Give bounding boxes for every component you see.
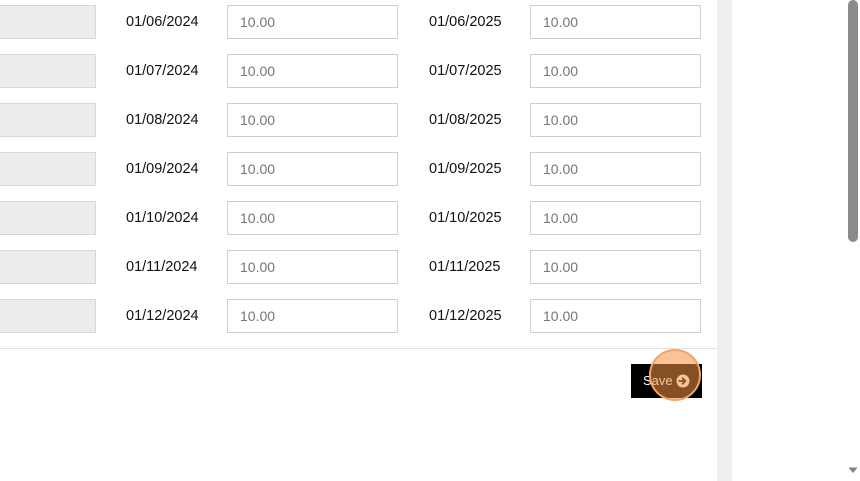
prev-column-field[interactable]: [0, 54, 96, 88]
rate-row: 01/10/2024 01/10/2025: [0, 201, 717, 235]
prev-column-field[interactable]: [0, 5, 96, 39]
rate-input[interactable]: [227, 5, 398, 39]
scroll-down-arrow-icon[interactable]: [847, 465, 859, 475]
prev-column-field[interactable]: [0, 299, 96, 333]
rate-row: 01/07/2024 01/07/2025: [0, 54, 717, 88]
prev-column-field[interactable]: [0, 152, 96, 186]
rate-input[interactable]: [227, 103, 398, 137]
date-label: 01/07/2025: [429, 63, 502, 79]
save-button[interactable]: Save: [631, 364, 702, 398]
rate-input[interactable]: [530, 201, 701, 235]
date-label: 01/09/2025: [429, 161, 502, 177]
right-panel: [732, 0, 846, 481]
prev-column-field[interactable]: [0, 201, 96, 235]
rate-input[interactable]: [530, 250, 701, 284]
page: 01/06/2024 01/06/2025 01/07/2024 01/07/2…: [0, 0, 860, 481]
rate-row: 01/08/2024 01/08/2025: [0, 103, 717, 137]
date-label: 01/10/2025: [429, 210, 502, 226]
rate-input[interactable]: [530, 103, 701, 137]
rate-input[interactable]: [530, 299, 701, 333]
date-label: 01/06/2025: [429, 14, 502, 30]
date-label: 01/10/2024: [126, 210, 199, 226]
side-gutter: [717, 0, 732, 481]
rate-input[interactable]: [227, 250, 398, 284]
rate-input[interactable]: [530, 54, 701, 88]
date-label: 01/08/2025: [429, 112, 502, 128]
date-label: 01/12/2025: [429, 308, 502, 324]
date-label: 01/11/2024: [126, 259, 198, 275]
rate-input[interactable]: [227, 152, 398, 186]
date-label: 01/08/2024: [126, 112, 199, 128]
rate-row: 01/12/2024 01/12/2025: [0, 299, 717, 333]
rate-input[interactable]: [530, 152, 701, 186]
rates-form: 01/06/2024 01/06/2025 01/07/2024 01/07/2…: [0, 0, 717, 481]
date-label: 01/11/2025: [429, 259, 501, 275]
date-label: 01/09/2024: [126, 161, 199, 177]
date-label: 01/06/2024: [126, 14, 199, 30]
rate-input[interactable]: [227, 299, 398, 333]
rate-row: 01/09/2024 01/09/2025: [0, 152, 717, 186]
date-label: 01/12/2024: [126, 308, 199, 324]
date-label: 01/07/2024: [126, 63, 199, 79]
rate-input[interactable]: [227, 201, 398, 235]
rate-input[interactable]: [227, 54, 398, 88]
prev-column-field[interactable]: [0, 250, 96, 284]
scrollbar-thumb[interactable]: [848, 0, 858, 242]
rate-row: 01/06/2024 01/06/2025: [0, 5, 717, 39]
rate-row: 01/11/2024 01/11/2025: [0, 250, 717, 284]
form-divider: [0, 348, 717, 349]
rate-input[interactable]: [530, 5, 701, 39]
prev-column-field[interactable]: [0, 103, 96, 137]
arrow-circle-right-icon: [676, 374, 690, 388]
save-button-label: Save: [643, 373, 673, 388]
